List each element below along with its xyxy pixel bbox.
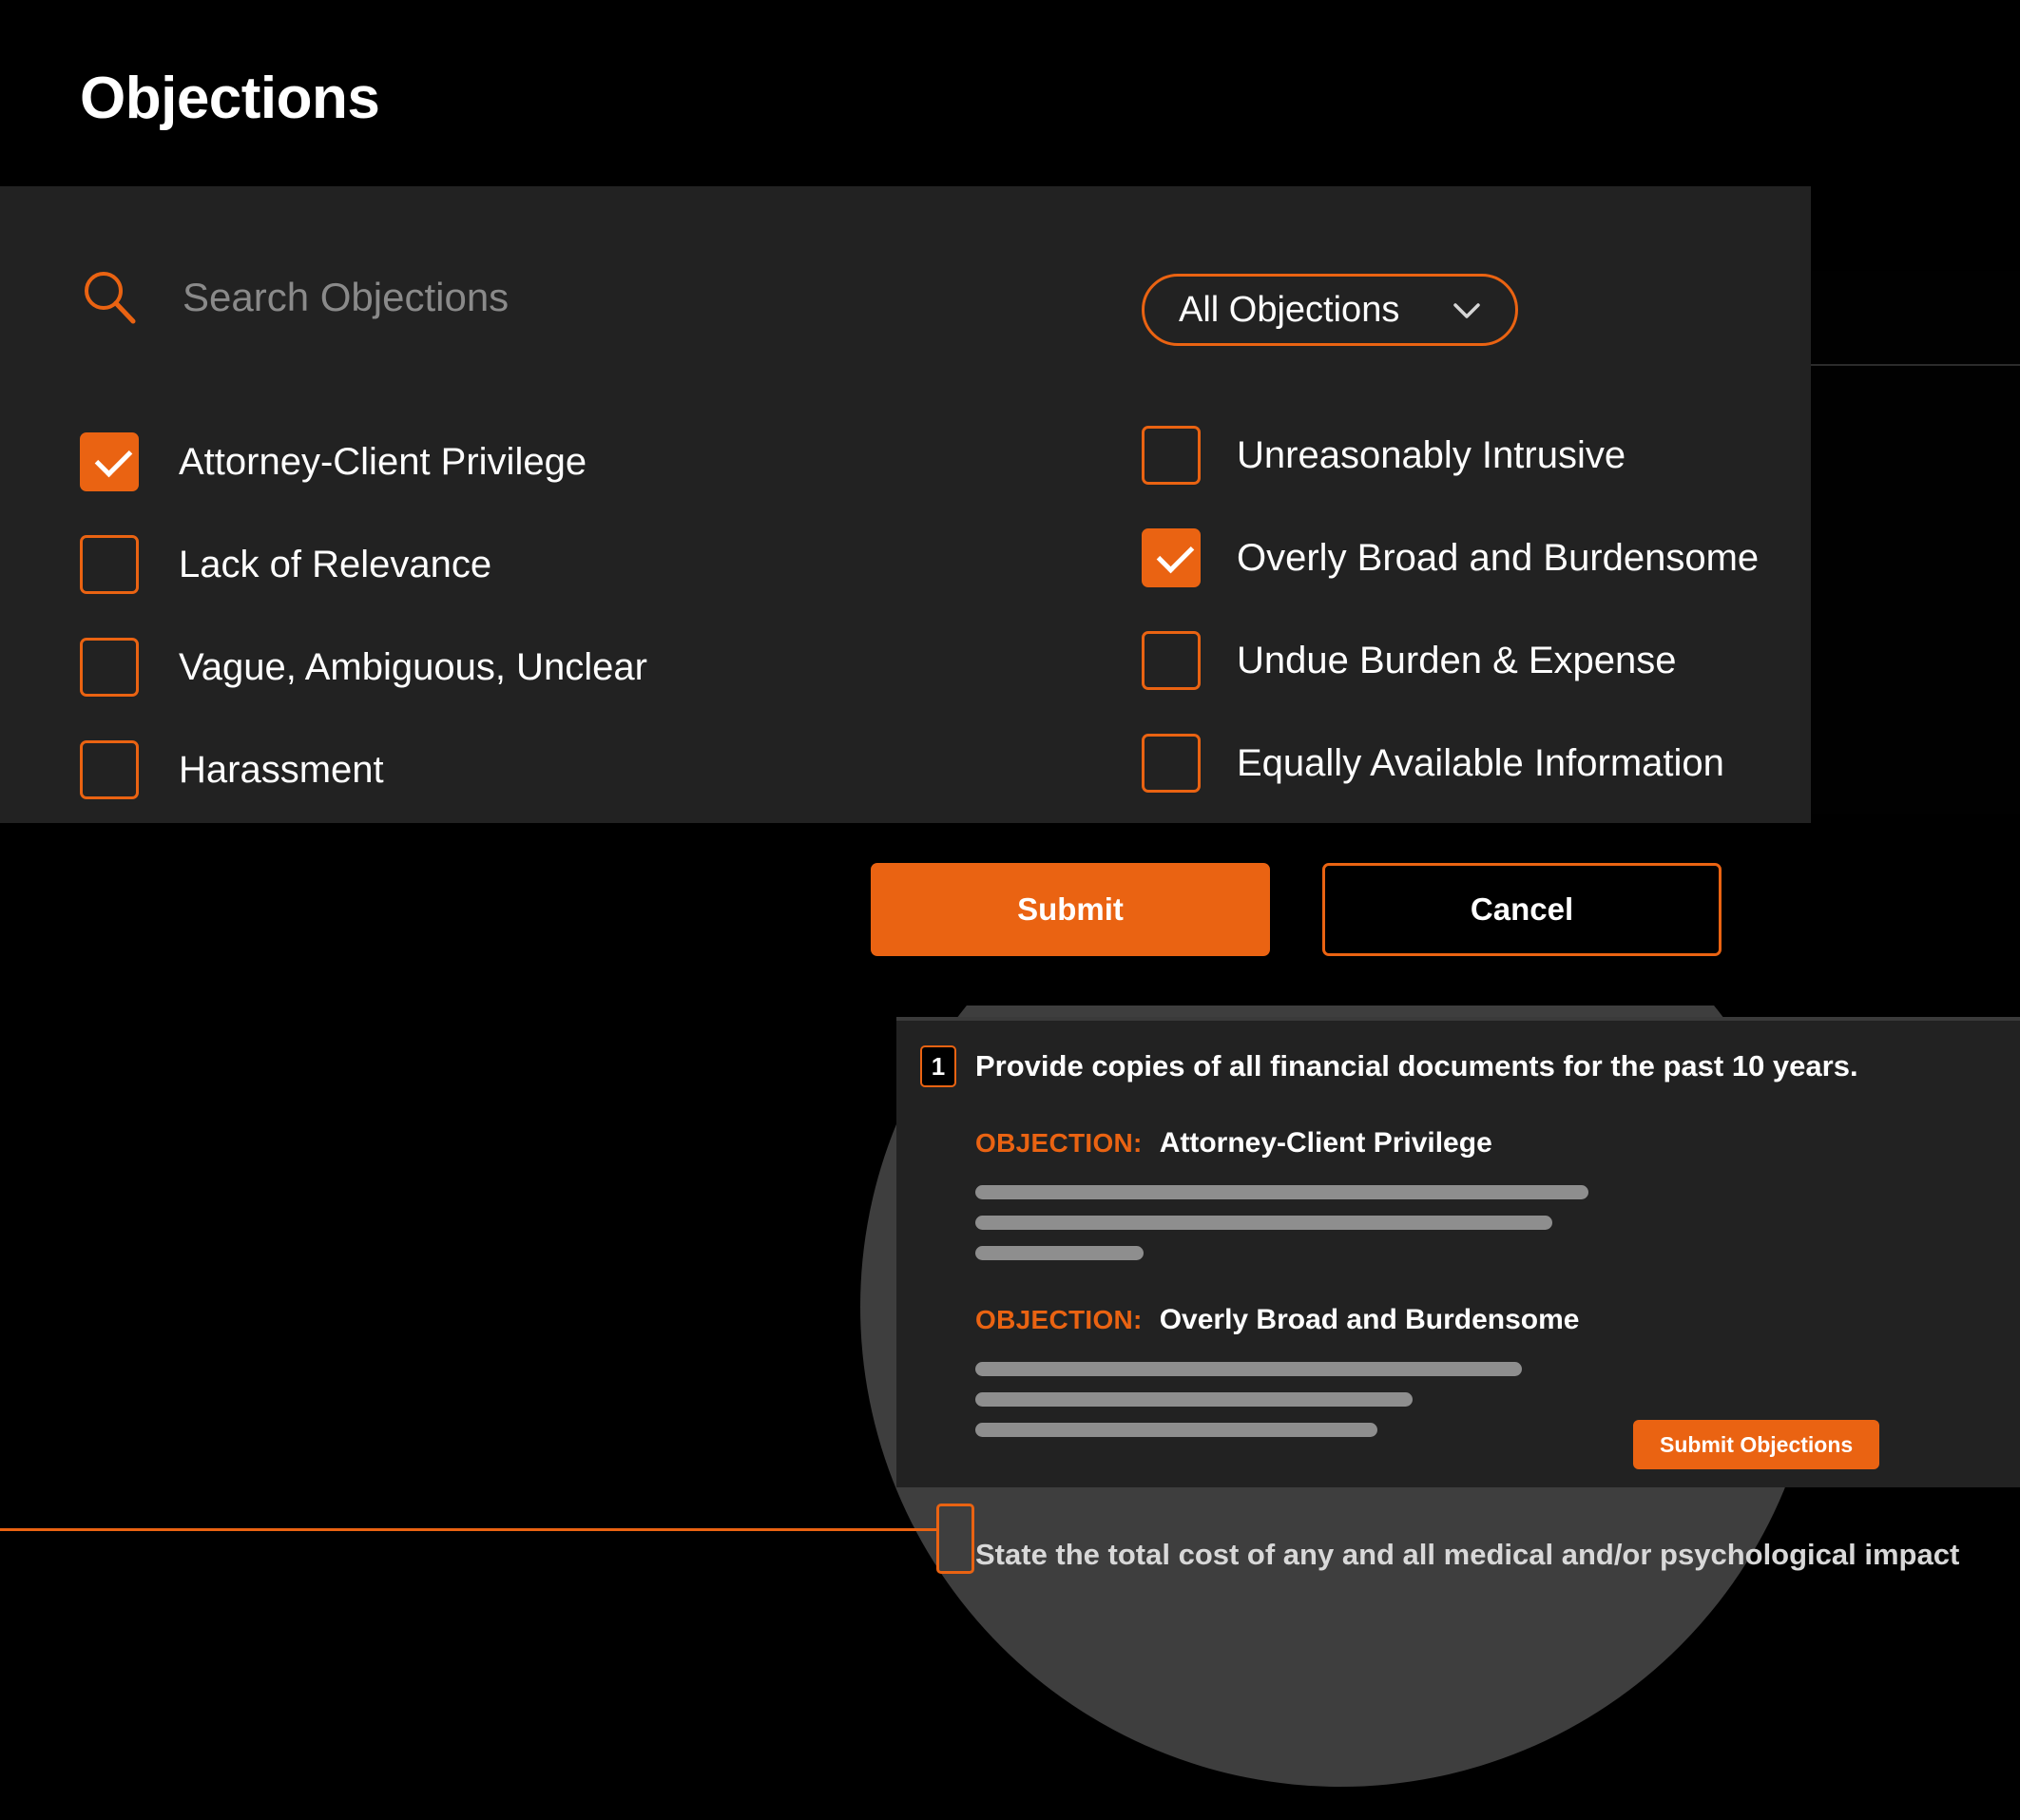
- checkbox-row[interactable]: Harassment: [80, 718, 647, 821]
- checkbox-label: Equally Available Information: [1237, 741, 1724, 784]
- objection-heading: OBJECTION: Attorney-Client Privilege: [975, 1127, 1588, 1159]
- checkbox-lack-of-relevance[interactable]: [80, 535, 139, 594]
- modal-header: Objections: [0, 0, 1811, 186]
- skeleton-line: [975, 1362, 1522, 1376]
- checkbox-row[interactable]: Undue Burden & Expense: [1142, 609, 1759, 712]
- skeleton-line: [975, 1246, 1144, 1260]
- checkbox-label: Attorney-Client Privilege: [179, 440, 587, 483]
- checkbox-undue-burden-expense[interactable]: [1142, 631, 1201, 690]
- checkbox-overly-broad-and-burdensome[interactable]: [1142, 528, 1201, 587]
- objection-list-left: Attorney-Client Privilege Lack of Releva…: [80, 411, 647, 821]
- page-title: Objections: [80, 66, 380, 131]
- checkbox-harassment[interactable]: [80, 740, 139, 799]
- checkbox-equally-available-information[interactable]: [1142, 734, 1201, 793]
- checkbox-attorney-client-privilege[interactable]: [80, 432, 139, 491]
- objection-entry: OBJECTION: Attorney-Client Privilege: [975, 1127, 1588, 1276]
- objection-name: Overly Broad and Burdensome: [1159, 1304, 1580, 1335]
- background-panel: [1811, 271, 2020, 814]
- checkbox-label: Overly Broad and Burdensome: [1237, 536, 1760, 579]
- objection-entry: OBJECTION: Overly Broad and Burdensome: [975, 1304, 1579, 1453]
- objection-filter-label: All Objections: [1179, 289, 1400, 330]
- skeleton-line: [975, 1185, 1588, 1199]
- checkbox-row[interactable]: Equally Available Information: [1142, 712, 1759, 814]
- objection-list-right: Unreasonably Intrusive Overly Broad and …: [1142, 404, 1759, 814]
- objection-filter-dropdown[interactable]: All Objections: [1142, 274, 1518, 346]
- cancel-button[interactable]: Cancel: [1322, 863, 1722, 956]
- checkbox-label: Unreasonably Intrusive: [1237, 433, 1626, 476]
- skeleton-line: [975, 1216, 1552, 1230]
- search-icon: [80, 268, 139, 327]
- question-row: 1 Provide copies of all financial docume…: [920, 1045, 1858, 1087]
- search-row: Search Objections: [80, 268, 509, 327]
- question-text: Provide copies of all financial document…: [975, 1049, 1858, 1082]
- search-input[interactable]: Search Objections: [183, 278, 509, 317]
- skeleton-line: [975, 1423, 1377, 1437]
- objection-name: Attorney-Client Privilege: [1159, 1127, 1492, 1159]
- checkbox-label: Vague, Ambiguous, Unclear: [179, 645, 647, 688]
- chevron-down-icon: [1451, 294, 1483, 326]
- checkbox-unreasonably-intrusive[interactable]: [1142, 426, 1201, 485]
- objection-body-placeholder: [975, 1362, 1579, 1437]
- checkbox-row[interactable]: Vague, Ambiguous, Unclear: [80, 616, 647, 718]
- submit-objections-button[interactable]: Submit Objections: [1633, 1420, 1880, 1469]
- bottom-divider: [0, 1528, 936, 1531]
- checkbox-row[interactable]: Unreasonably Intrusive: [1142, 404, 1759, 507]
- objection-result-card: 1 Provide copies of all financial docume…: [896, 1017, 2020, 1487]
- objections-modal: Objections Search Objections All Objecti…: [0, 0, 1811, 1006]
- modal-actions: Submit Cancel: [871, 863, 1722, 956]
- submit-button[interactable]: Submit: [871, 863, 1270, 956]
- objection-tag: OBJECTION:: [975, 1305, 1143, 1334]
- checkbox-row[interactable]: Overly Broad and Burdensome: [1142, 507, 1759, 609]
- objection-body-placeholder: [975, 1185, 1588, 1260]
- objection-tag: OBJECTION:: [975, 1128, 1143, 1158]
- skeleton-line: [975, 1392, 1413, 1407]
- bottom-question-text: State the total cost of any and all medi…: [975, 1538, 1960, 1571]
- checkbox-row[interactable]: Lack of Relevance: [80, 513, 647, 616]
- checkbox-label: Lack of Relevance: [179, 543, 492, 585]
- bottom-question-badge: [936, 1504, 974, 1574]
- question-number-badge: 1: [920, 1045, 956, 1087]
- checkbox-row[interactable]: Attorney-Client Privilege: [80, 411, 647, 513]
- checkbox-vague-ambiguous-unclear[interactable]: [80, 638, 139, 697]
- background-divider: [1811, 364, 2020, 366]
- checkbox-label: Harassment: [179, 748, 384, 791]
- checkbox-label: Undue Burden & Expense: [1237, 639, 1677, 681]
- objection-heading: OBJECTION: Overly Broad and Burdensome: [975, 1304, 1579, 1336]
- app-root: State the total cost of any and all medi…: [0, 0, 2020, 1820]
